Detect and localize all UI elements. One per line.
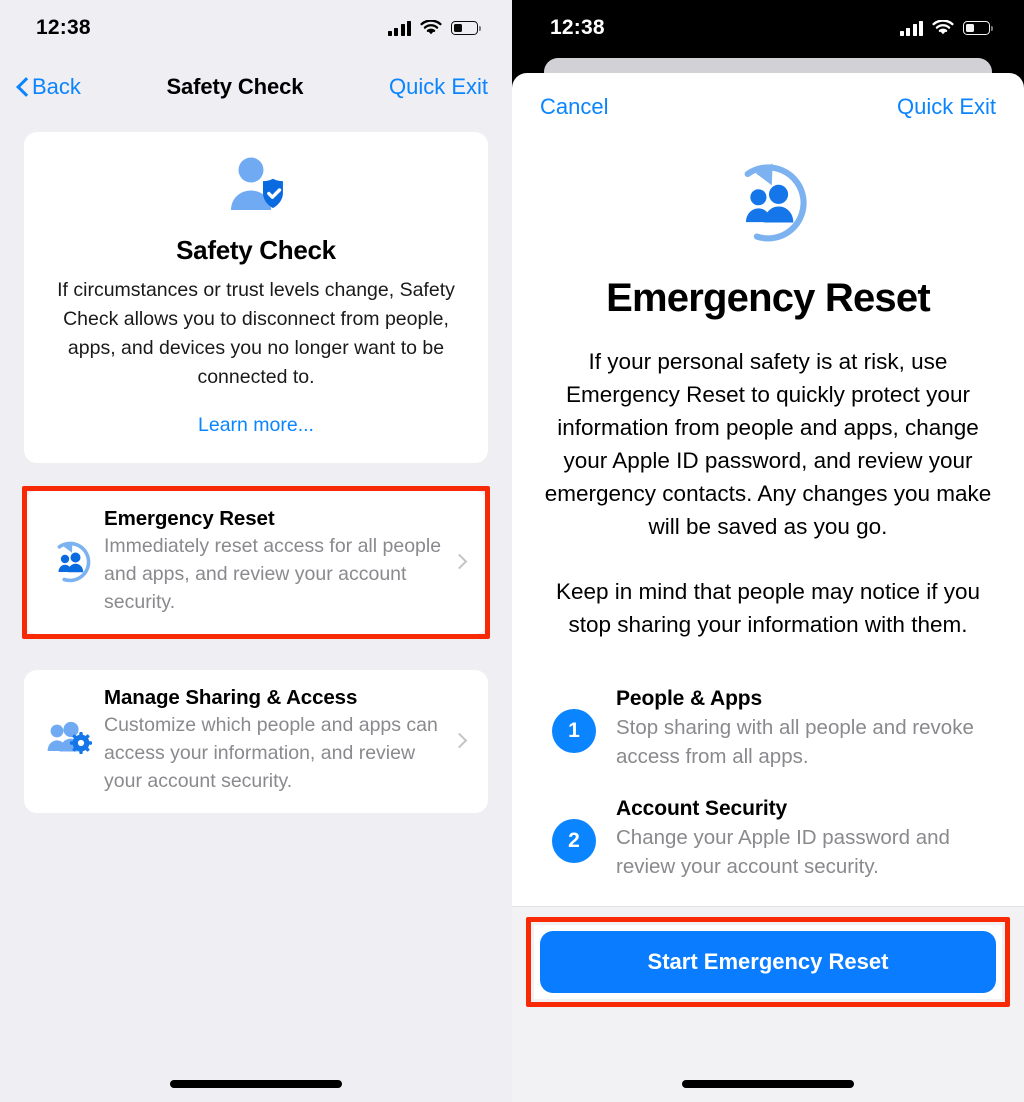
list-item: 2 Account Security Change your Apple ID … <box>552 797 988 881</box>
chevron-left-icon <box>16 77 29 98</box>
dual-phone-screenshot: 12:38 Back Safety Check Quick Exit Safet… <box>0 0 1024 1102</box>
right-status-bar: 12:38 <box>512 0 1024 56</box>
left-status-bar: 12:38 <box>0 0 512 56</box>
sheet-footer: Start Emergency Reset <box>512 906 1024 1102</box>
battery-low-icon <box>451 21 482 35</box>
home-indicator <box>170 1080 342 1088</box>
cellular-bars-icon <box>899 20 923 36</box>
quick-exit-button[interactable]: Quick Exit <box>897 94 996 120</box>
left-phone-screen: 12:38 Back Safety Check Quick Exit Safet… <box>0 0 512 1102</box>
battery-low-icon <box>963 21 994 35</box>
emergency-reset-sheet: Cancel Quick Exit Emergency Reset If you <box>512 73 1024 1102</box>
row-subtitle: Immediately reset access for all people … <box>104 535 442 613</box>
cta-inner: Start Emergency Reset <box>534 925 1002 999</box>
start-emergency-reset-button[interactable]: Start Emergency Reset <box>540 931 996 993</box>
back-button[interactable]: Back <box>16 74 81 100</box>
emergency-reset-row-wrapper: Emergency Reset Immediately reset access… <box>22 486 490 639</box>
row-title: Emergency Reset <box>104 507 275 530</box>
cancel-button[interactable]: Cancel <box>540 94 608 120</box>
row-text: Emergency Reset Immediately reset access… <box>100 507 444 616</box>
chevron-right-icon <box>444 553 474 570</box>
step-number-badge: 1 <box>552 709 596 753</box>
row-text: Manage Sharing & Access Customize which … <box>100 686 444 795</box>
back-button-label: Back <box>32 74 81 99</box>
step-text: People & Apps Stop sharing with all peop… <box>596 687 988 771</box>
status-bar-indicators <box>387 20 482 36</box>
learn-more-link[interactable]: Learn more... <box>198 414 314 437</box>
step-text: Account Security Change your Apple ID pa… <box>596 797 988 881</box>
sidebar-item-emergency-reset[interactable]: Emergency Reset Immediately reset access… <box>24 491 488 634</box>
step-title: Account Security <box>616 797 788 820</box>
wifi-icon <box>932 20 954 35</box>
left-nav-bar: Back Safety Check Quick Exit <box>0 56 512 118</box>
hero-body: If circumstances or trust levels change,… <box>57 279 455 388</box>
step-number-badge: 2 <box>552 819 596 863</box>
wifi-icon <box>420 20 442 35</box>
quick-exit-button[interactable]: Quick Exit <box>389 74 488 100</box>
sidebar-item-manage-sharing[interactable]: Manage Sharing & Access Customize which … <box>24 670 488 813</box>
right-phone-screen: 12:38 Cancel Quick Exit Emergency Reset … <box>512 0 1024 1102</box>
manage-sharing-gear-icon <box>40 719 100 763</box>
sheet-title: Emergency Reset <box>606 276 931 320</box>
status-bar-indicators <box>899 20 994 36</box>
step-title: People & Apps <box>616 687 763 710</box>
page-title: Safety Check <box>166 74 304 99</box>
sheet-paragraph-1: If your personal safety is at risk, use … <box>544 349 992 539</box>
step-description: Change your Apple ID password and review… <box>616 826 950 878</box>
emergency-reset-icon <box>744 163 807 242</box>
sheet-hero: Emergency Reset <box>534 157 1002 321</box>
chevron-right-icon <box>444 732 474 749</box>
step-description: Stop sharing with all people and revoke … <box>616 716 974 768</box>
safety-check-hero-card: Safety Check If circumstances or trust l… <box>24 132 488 463</box>
sheet-body: Emergency Reset If your personal safety … <box>512 135 1024 906</box>
cta-wrapper: Start Emergency Reset <box>526 917 1010 1007</box>
emergency-reset-icon <box>40 538 100 586</box>
steps-list: 1 People & Apps Stop sharing with all pe… <box>534 687 1002 881</box>
cellular-bars-icon <box>387 20 411 36</box>
left-content: Safety Check If circumstances or trust l… <box>0 118 512 813</box>
status-bar-time: 12:38 <box>36 16 91 39</box>
row-subtitle: Customize which people and apps can acce… <box>104 714 438 792</box>
sheet-nav-bar: Cancel Quick Exit <box>512 73 1024 135</box>
status-bar-time: 12:38 <box>550 16 605 39</box>
hero-title: Safety Check <box>176 235 336 265</box>
home-indicator <box>682 1080 854 1088</box>
list-item: 1 People & Apps Stop sharing with all pe… <box>552 687 988 771</box>
sheet-paragraph-2: Keep in mind that people may notice if y… <box>555 579 980 637</box>
person-with-shield-check-icon <box>231 157 283 210</box>
row-title: Manage Sharing & Access <box>104 686 358 709</box>
